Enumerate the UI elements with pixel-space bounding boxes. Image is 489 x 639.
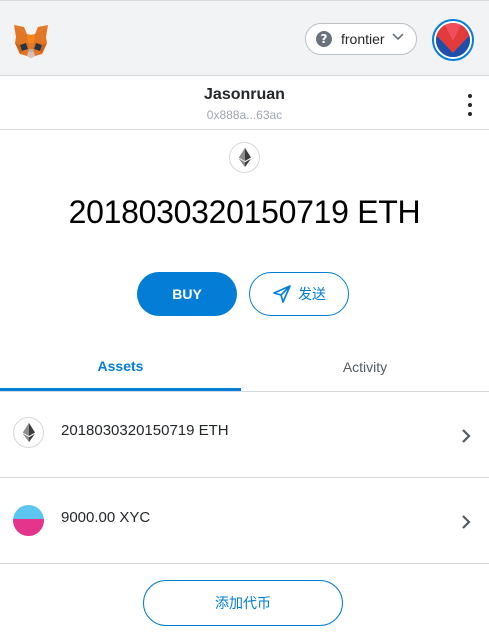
account-address[interactable]: 0x888a...63ac	[0, 108, 489, 122]
account-identicon	[436, 23, 470, 57]
send-button-label: 发送	[298, 287, 326, 303]
chevron-right-icon	[462, 429, 471, 443]
ethereum-icon	[229, 142, 260, 173]
kebab-menu-icon[interactable]	[462, 94, 478, 116]
send-arrow-icon	[273, 285, 291, 303]
add-token-button[interactable]: 添加代币	[143, 580, 343, 626]
asset-label: 2018030320150719 ETH	[61, 422, 229, 439]
chevron-right-icon	[462, 515, 471, 529]
account-details: Jasonruan 0x888a...63ac	[0, 76, 489, 130]
tab-assets[interactable]: Assets	[0, 343, 241, 391]
chevron-down-icon	[392, 33, 404, 41]
send-button[interactable]: 发送	[249, 272, 349, 316]
network-selector[interactable]: ? frontier	[305, 23, 417, 55]
metamask-fox-icon[interactable]	[12, 23, 50, 59]
question-circle-icon: ?	[316, 31, 332, 47]
wallet-app: ? frontier Jasonruan 0x888a...63ac 20180…	[0, 0, 489, 639]
balance-amount: 2018030320150719 ETH	[68, 194, 421, 230]
xyc-token-icon	[13, 505, 44, 536]
asset-item-xyc[interactable]: 9000.00 XYC	[0, 478, 489, 564]
buy-button[interactable]: BUY	[137, 272, 237, 316]
ethereum-icon	[13, 417, 44, 448]
asset-item-eth[interactable]: 2018030320150719 ETH	[0, 392, 489, 478]
app-header: ? frontier	[0, 0, 489, 76]
tab-activity[interactable]: Activity	[241, 343, 489, 391]
asset-label: 9000.00 XYC	[61, 509, 151, 526]
network-name: frontier	[341, 31, 385, 47]
account-name[interactable]: Jasonruan	[0, 86, 489, 104]
account-avatar[interactable]	[432, 19, 474, 61]
